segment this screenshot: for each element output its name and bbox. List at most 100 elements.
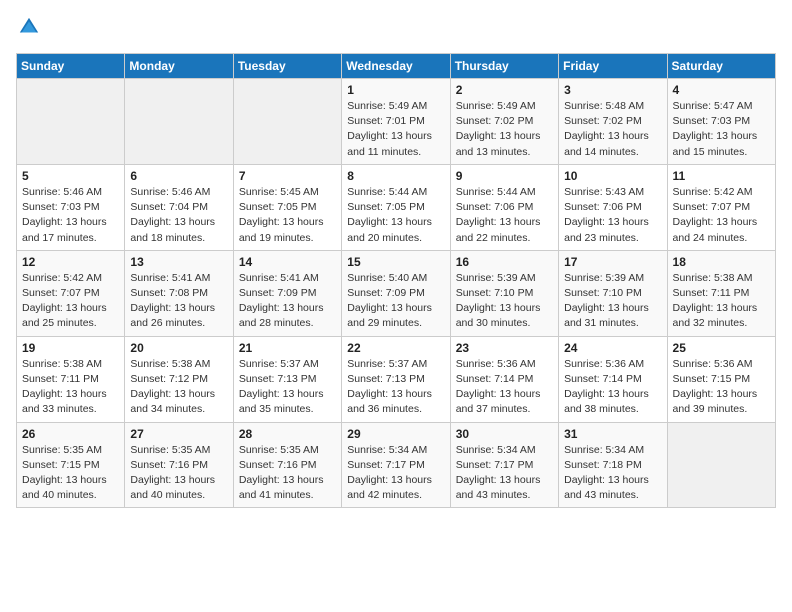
day-number: 21 [239, 341, 336, 355]
calendar-cell: 3 Sunrise: 5:48 AM Sunset: 7:02 PM Dayli… [559, 79, 667, 165]
day-number: 25 [673, 341, 770, 355]
daylight-text: Daylight: 13 hours and 29 minutes. [347, 302, 432, 329]
sunset-text: Sunset: 7:16 PM [239, 459, 317, 471]
daylight-text: Daylight: 13 hours and 36 minutes. [347, 388, 432, 415]
sunrise-text: Sunrise: 5:42 AM [22, 272, 102, 284]
sunrise-text: Sunrise: 5:34 AM [456, 444, 536, 456]
day-info: Sunrise: 5:38 AM Sunset: 7:11 PM Dayligh… [673, 271, 770, 332]
page-header [16, 16, 776, 43]
calendar-week-2: 5 Sunrise: 5:46 AM Sunset: 7:03 PM Dayli… [17, 164, 776, 250]
calendar-week-5: 26 Sunrise: 5:35 AM Sunset: 7:15 PM Dayl… [17, 422, 776, 508]
day-number: 19 [22, 341, 119, 355]
calendar-cell [667, 422, 775, 508]
sunrise-text: Sunrise: 5:41 AM [130, 272, 210, 284]
logo [16, 16, 42, 43]
sunrise-text: Sunrise: 5:40 AM [347, 272, 427, 284]
daylight-text: Daylight: 13 hours and 38 minutes. [564, 388, 649, 415]
daylight-text: Daylight: 13 hours and 18 minutes. [130, 216, 215, 243]
daylight-text: Daylight: 13 hours and 42 minutes. [347, 474, 432, 501]
day-number: 12 [22, 255, 119, 269]
day-number: 28 [239, 427, 336, 441]
sunset-text: Sunset: 7:01 PM [347, 115, 425, 127]
sunrise-text: Sunrise: 5:37 AM [347, 358, 427, 370]
daylight-text: Daylight: 13 hours and 33 minutes. [22, 388, 107, 415]
daylight-text: Daylight: 13 hours and 34 minutes. [130, 388, 215, 415]
day-number: 22 [347, 341, 444, 355]
sunrise-text: Sunrise: 5:46 AM [130, 186, 210, 198]
logo-icon [18, 16, 40, 38]
day-number: 11 [673, 169, 770, 183]
daylight-text: Daylight: 13 hours and 26 minutes. [130, 302, 215, 329]
daylight-text: Daylight: 13 hours and 43 minutes. [564, 474, 649, 501]
sunrise-text: Sunrise: 5:44 AM [456, 186, 536, 198]
sunset-text: Sunset: 7:07 PM [673, 201, 751, 213]
day-info: Sunrise: 5:34 AM Sunset: 7:17 PM Dayligh… [456, 443, 553, 504]
day-number: 8 [347, 169, 444, 183]
sunrise-text: Sunrise: 5:47 AM [673, 100, 753, 112]
calendar-cell: 30 Sunrise: 5:34 AM Sunset: 7:17 PM Dayl… [450, 422, 558, 508]
day-number: 16 [456, 255, 553, 269]
daylight-text: Daylight: 13 hours and 37 minutes. [456, 388, 541, 415]
day-info: Sunrise: 5:35 AM Sunset: 7:15 PM Dayligh… [22, 443, 119, 504]
daylight-text: Daylight: 13 hours and 13 minutes. [456, 130, 541, 157]
day-info: Sunrise: 5:42 AM Sunset: 7:07 PM Dayligh… [22, 271, 119, 332]
day-info: Sunrise: 5:38 AM Sunset: 7:11 PM Dayligh… [22, 357, 119, 418]
sunset-text: Sunset: 7:16 PM [130, 459, 208, 471]
day-info: Sunrise: 5:43 AM Sunset: 7:06 PM Dayligh… [564, 185, 661, 246]
daylight-text: Daylight: 13 hours and 24 minutes. [673, 216, 758, 243]
calendar-cell [233, 79, 341, 165]
weekday-wednesday: Wednesday [342, 54, 450, 79]
sunrise-text: Sunrise: 5:46 AM [22, 186, 102, 198]
sunset-text: Sunset: 7:06 PM [564, 201, 642, 213]
day-info: Sunrise: 5:42 AM Sunset: 7:07 PM Dayligh… [673, 185, 770, 246]
day-info: Sunrise: 5:37 AM Sunset: 7:13 PM Dayligh… [239, 357, 336, 418]
sunset-text: Sunset: 7:05 PM [239, 201, 317, 213]
day-info: Sunrise: 5:34 AM Sunset: 7:18 PM Dayligh… [564, 443, 661, 504]
sunset-text: Sunset: 7:13 PM [347, 373, 425, 385]
day-info: Sunrise: 5:36 AM Sunset: 7:14 PM Dayligh… [456, 357, 553, 418]
calendar-cell: 27 Sunrise: 5:35 AM Sunset: 7:16 PM Dayl… [125, 422, 233, 508]
weekday-tuesday: Tuesday [233, 54, 341, 79]
sunset-text: Sunset: 7:10 PM [456, 287, 534, 299]
day-info: Sunrise: 5:45 AM Sunset: 7:05 PM Dayligh… [239, 185, 336, 246]
sunrise-text: Sunrise: 5:43 AM [564, 186, 644, 198]
calendar-cell: 31 Sunrise: 5:34 AM Sunset: 7:18 PM Dayl… [559, 422, 667, 508]
calendar-cell [17, 79, 125, 165]
sunrise-text: Sunrise: 5:38 AM [22, 358, 102, 370]
day-number: 1 [347, 83, 444, 97]
day-info: Sunrise: 5:34 AM Sunset: 7:17 PM Dayligh… [347, 443, 444, 504]
sunset-text: Sunset: 7:18 PM [564, 459, 642, 471]
day-number: 15 [347, 255, 444, 269]
daylight-text: Daylight: 13 hours and 30 minutes. [456, 302, 541, 329]
day-number: 13 [130, 255, 227, 269]
calendar-table: SundayMondayTuesdayWednesdayThursdayFrid… [16, 53, 776, 508]
daylight-text: Daylight: 13 hours and 41 minutes. [239, 474, 324, 501]
sunset-text: Sunset: 7:15 PM [22, 459, 100, 471]
weekday-thursday: Thursday [450, 54, 558, 79]
daylight-text: Daylight: 13 hours and 40 minutes. [22, 474, 107, 501]
daylight-text: Daylight: 13 hours and 39 minutes. [673, 388, 758, 415]
day-info: Sunrise: 5:35 AM Sunset: 7:16 PM Dayligh… [239, 443, 336, 504]
calendar-cell: 7 Sunrise: 5:45 AM Sunset: 7:05 PM Dayli… [233, 164, 341, 250]
sunrise-text: Sunrise: 5:34 AM [347, 444, 427, 456]
calendar-cell: 11 Sunrise: 5:42 AM Sunset: 7:07 PM Dayl… [667, 164, 775, 250]
day-number: 30 [456, 427, 553, 441]
sunrise-text: Sunrise: 5:39 AM [456, 272, 536, 284]
sunrise-text: Sunrise: 5:44 AM [347, 186, 427, 198]
calendar-cell: 5 Sunrise: 5:46 AM Sunset: 7:03 PM Dayli… [17, 164, 125, 250]
sunrise-text: Sunrise: 5:38 AM [130, 358, 210, 370]
sunrise-text: Sunrise: 5:42 AM [673, 186, 753, 198]
sunrise-text: Sunrise: 5:36 AM [564, 358, 644, 370]
day-number: 4 [673, 83, 770, 97]
day-number: 17 [564, 255, 661, 269]
sunset-text: Sunset: 7:13 PM [239, 373, 317, 385]
day-info: Sunrise: 5:36 AM Sunset: 7:14 PM Dayligh… [564, 357, 661, 418]
sunset-text: Sunset: 7:17 PM [347, 459, 425, 471]
daylight-text: Daylight: 13 hours and 17 minutes. [22, 216, 107, 243]
sunset-text: Sunset: 7:04 PM [130, 201, 208, 213]
calendar-cell: 9 Sunrise: 5:44 AM Sunset: 7:06 PM Dayli… [450, 164, 558, 250]
day-number: 29 [347, 427, 444, 441]
day-number: 31 [564, 427, 661, 441]
day-number: 9 [456, 169, 553, 183]
day-info: Sunrise: 5:47 AM Sunset: 7:03 PM Dayligh… [673, 99, 770, 160]
